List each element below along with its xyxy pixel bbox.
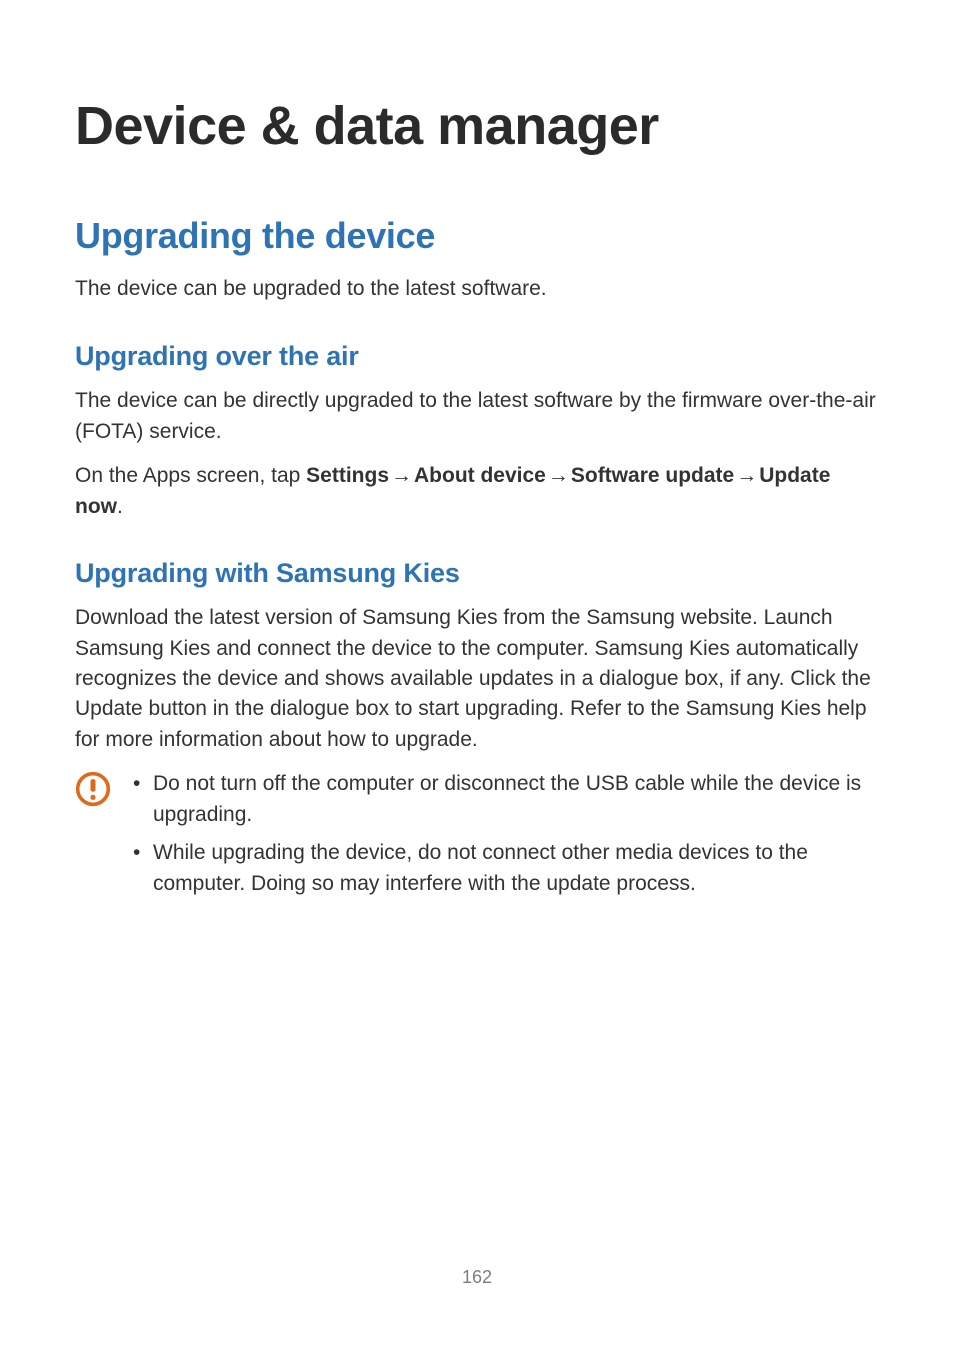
path-about-device: About device xyxy=(414,464,546,487)
section-intro: The device can be upgraded to the latest… xyxy=(75,275,879,303)
kies-paragraph-1: Download the latest version of Samsung K… xyxy=(75,603,879,755)
list-item: While upgrading the device, do not conne… xyxy=(129,838,879,899)
page-title: Device & data manager xyxy=(75,95,879,157)
caution-list: Do not turn off the computer or disconne… xyxy=(129,769,879,907)
caution-icon xyxy=(75,771,111,807)
page-number: 162 xyxy=(0,1267,954,1288)
path-software-update: Software update xyxy=(571,464,734,487)
document-page: Device & data manager Upgrading the devi… xyxy=(0,0,954,1350)
section-heading-upgrading-device: Upgrading the device xyxy=(75,215,879,257)
text-fragment: On the Apps screen, tap xyxy=(75,464,306,487)
subsection-heading-kies: Upgrading with Samsung Kies xyxy=(75,558,879,589)
caution-notice: Do not turn off the computer or disconne… xyxy=(75,769,879,907)
list-item: Do not turn off the computer or disconne… xyxy=(129,769,879,830)
arrow-icon: → xyxy=(546,461,571,491)
ota-paragraph-1: The device can be directly upgraded to t… xyxy=(75,386,879,447)
subsection-heading-ota: Upgrading over the air xyxy=(75,341,879,372)
text-fragment: . xyxy=(117,495,123,518)
arrow-icon: → xyxy=(389,461,414,491)
ota-paragraph-2: On the Apps screen, tap Settings→About d… xyxy=(75,461,879,522)
arrow-icon: → xyxy=(734,461,759,491)
path-settings: Settings xyxy=(306,464,389,487)
